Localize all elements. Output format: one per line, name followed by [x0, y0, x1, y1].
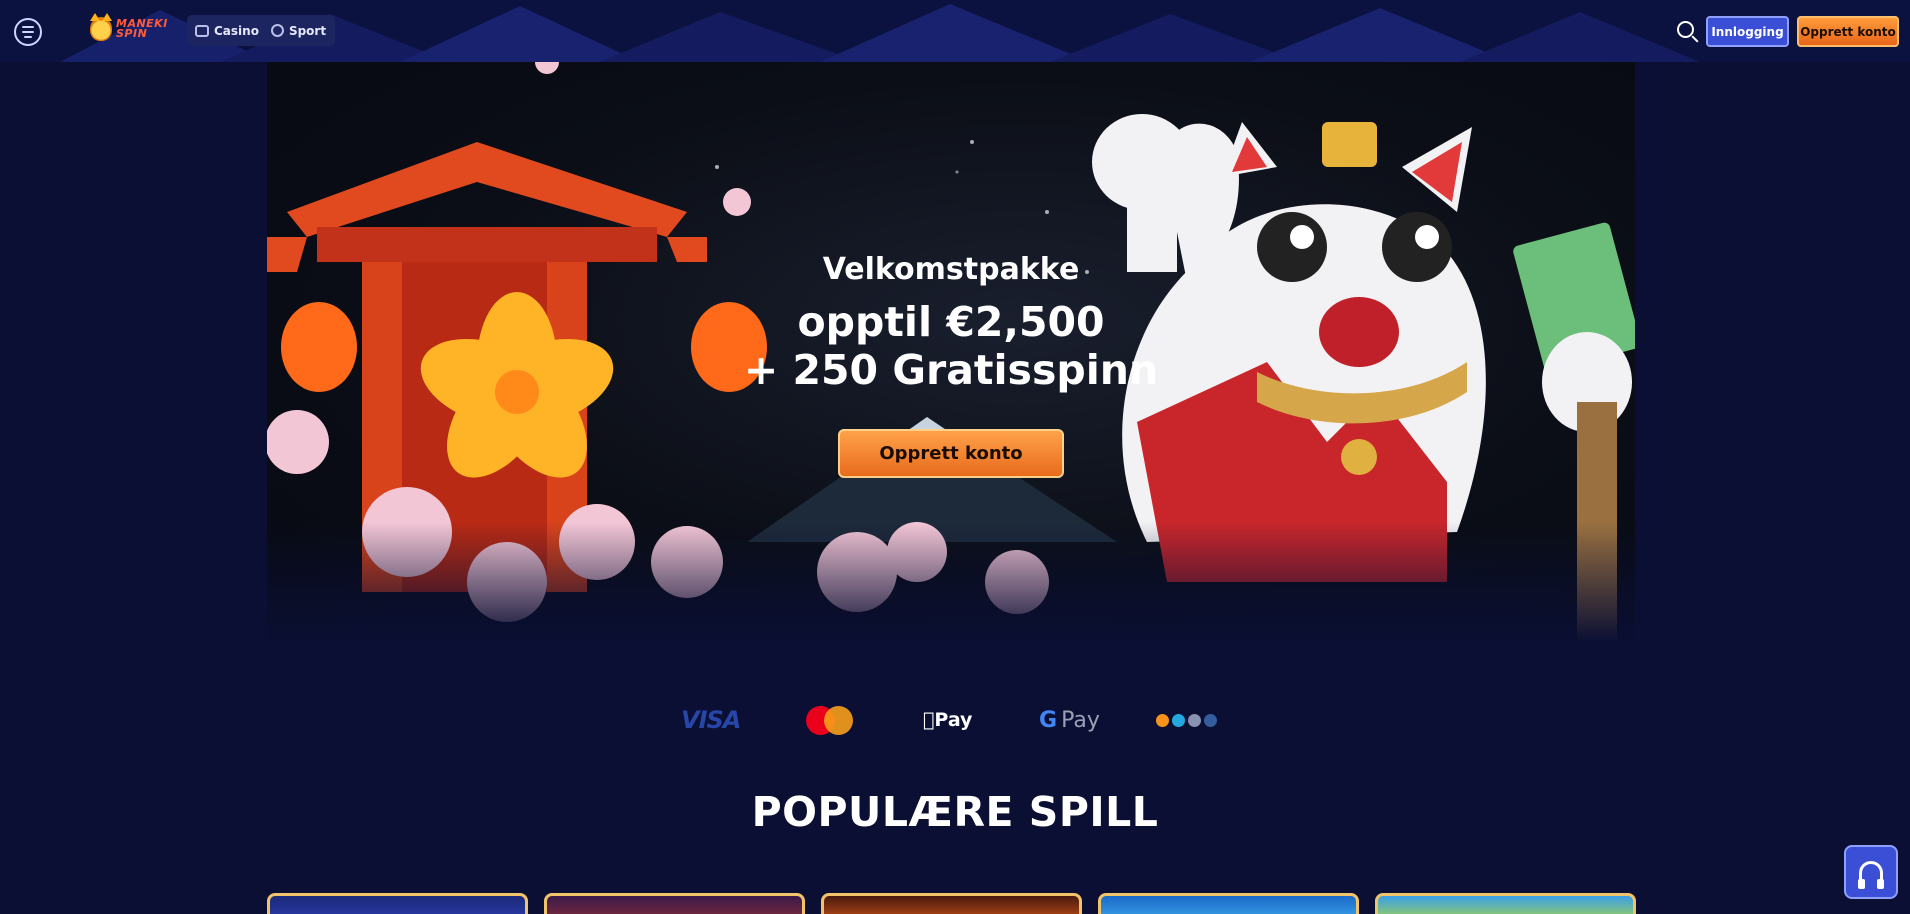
- search-icon[interactable]: [1677, 21, 1694, 38]
- main-nav: Casino Sport: [187, 15, 335, 46]
- hero-subtitle: Velkomstpakke: [822, 252, 1080, 287]
- login-button[interactable]: Innlogging: [1706, 16, 1789, 47]
- cards-icon: [195, 24, 209, 37]
- football-icon: [270, 24, 284, 37]
- googlepay-logo: G Pay: [1039, 700, 1100, 740]
- hero-headline: opptil €2,500 + 250 Gratisspinn: [267, 298, 1635, 394]
- register-button[interactable]: Opprett konto: [1797, 16, 1899, 47]
- popular-games-title: POPULÆRE SPILL: [751, 788, 1159, 836]
- visa-logo: VISA: [681, 706, 741, 734]
- hero-headline-line2: + 250 Gratisspinn: [743, 346, 1159, 394]
- google-g-icon: G: [1039, 707, 1058, 733]
- applepay-logo:  Pay: [923, 700, 972, 740]
- game-card[interactable]: [544, 893, 805, 914]
- crypto-logos: [1156, 700, 1217, 740]
- menu-line: [22, 26, 34, 28]
- applepay-text: Pay: [923, 709, 972, 731]
- game-card[interactable]: [1375, 893, 1636, 914]
- nav-casino-label: Casino: [214, 23, 259, 38]
- menu-button[interactable]: [14, 18, 42, 46]
- game-card[interactable]: [267, 893, 528, 914]
- hero-headline-line1: opptil €2,500: [797, 298, 1105, 346]
- logo-text-line2: Spin: [116, 27, 148, 40]
- mastercard-logo: [806, 700, 856, 740]
- nav-sport[interactable]: Sport: [270, 23, 327, 38]
- ripple-icon: [1172, 713, 1185, 727]
- headset-icon: [1858, 861, 1884, 889]
- nav-casino[interactable]: Casino: [195, 24, 259, 38]
- game-card[interactable]: [1098, 893, 1359, 914]
- menu-line: [24, 36, 32, 38]
- logo[interactable]: Maneki Spin: [90, 13, 168, 44]
- nav-sport-label: Sport: [288, 23, 327, 38]
- top-header: Maneki Spin Casino Sport Innlogging Oppr…: [0, 0, 1910, 62]
- litecoin-icon: [1204, 713, 1217, 727]
- hero-banner: Velkomstpakke opptil €2,500 + 250 Gratis…: [267, 62, 1635, 642]
- apple-icon: : [923, 709, 934, 731]
- ethereum-icon: [1188, 713, 1201, 727]
- menu-line: [22, 31, 34, 33]
- support-chat-button[interactable]: [1844, 845, 1898, 899]
- bitcoin-icon: [1156, 713, 1169, 727]
- logo-text: Maneki Spin: [116, 18, 168, 40]
- game-card[interactable]: [821, 893, 1082, 914]
- hero-register-button[interactable]: Opprett konto: [838, 429, 1064, 478]
- payment-methods: VISA  Pay G Pay: [0, 700, 1910, 740]
- cat-logo-icon: [90, 13, 112, 41]
- popular-games-row: [267, 893, 1636, 914]
- googlepay-text: Pay: [1061, 707, 1100, 733]
- mastercard-orange-circle: [824, 706, 853, 735]
- hero-fade: [267, 522, 1635, 642]
